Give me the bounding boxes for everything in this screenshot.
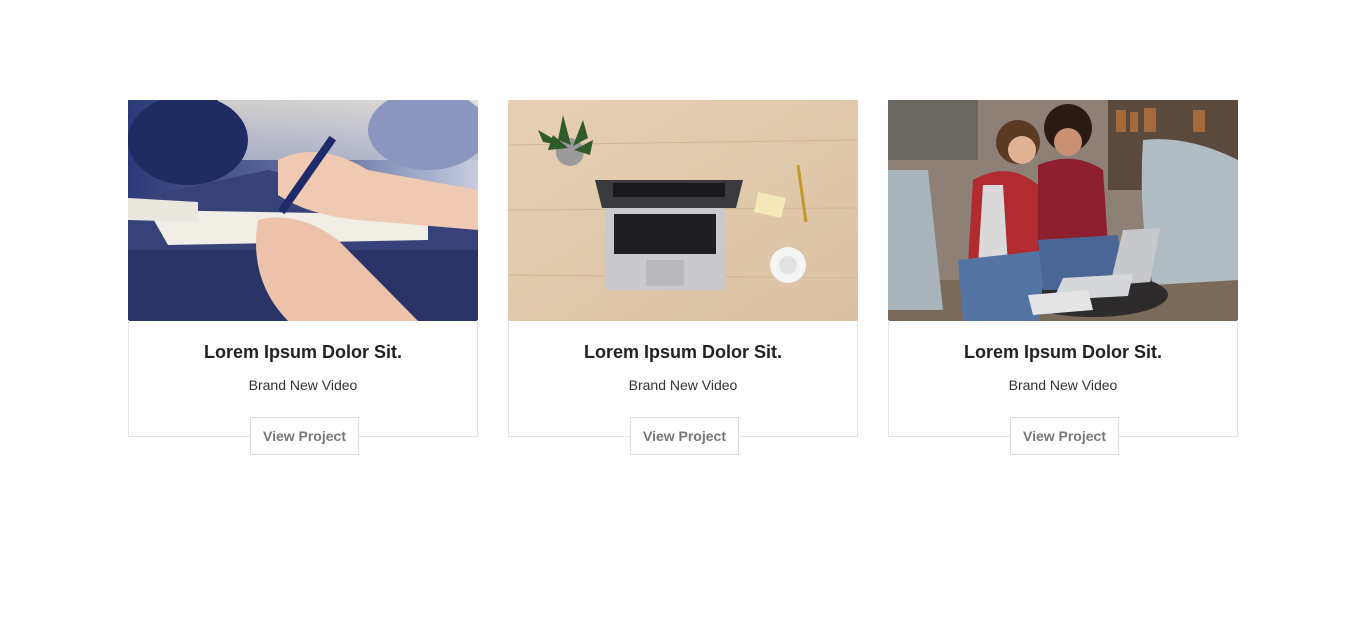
view-project-button[interactable]: View Project — [250, 417, 359, 455]
card-body: Lorem Ipsum Dolor Sit. Brand New Video V… — [508, 320, 858, 455]
card-subtitle: Brand New Video — [248, 377, 358, 393]
project-card: Lorem Ipsum Dolor Sit. Brand New Video V… — [128, 100, 478, 455]
card-body: Lorem Ipsum Dolor Sit. Brand New Video V… — [128, 320, 478, 455]
card-image-laptop-desk — [508, 100, 858, 321]
project-card: Lorem Ipsum Dolor Sit. Brand New Video V… — [508, 100, 858, 455]
project-card: Lorem Ipsum Dolor Sit. Brand New Video V… — [888, 100, 1238, 455]
card-subtitle: Brand New Video — [1008, 377, 1118, 393]
view-project-button[interactable]: View Project — [1010, 417, 1119, 455]
card-title: Lorem Ipsum Dolor Sit. — [583, 342, 783, 362]
card-subtitle: Brand New Video — [628, 377, 738, 393]
card-image-women-laptop — [888, 100, 1238, 321]
card-image-writing — [128, 100, 478, 321]
portfolio-section: Lorem Ipsum Dolor Sit. Brand New Video V… — [0, 0, 1366, 632]
view-project-button[interactable]: View Project — [630, 417, 739, 455]
card-body: Lorem Ipsum Dolor Sit. Brand New Video V… — [888, 320, 1238, 455]
card-title: Lorem Ipsum Dolor Sit. — [203, 342, 403, 362]
card-title: Lorem Ipsum Dolor Sit. — [963, 342, 1163, 362]
